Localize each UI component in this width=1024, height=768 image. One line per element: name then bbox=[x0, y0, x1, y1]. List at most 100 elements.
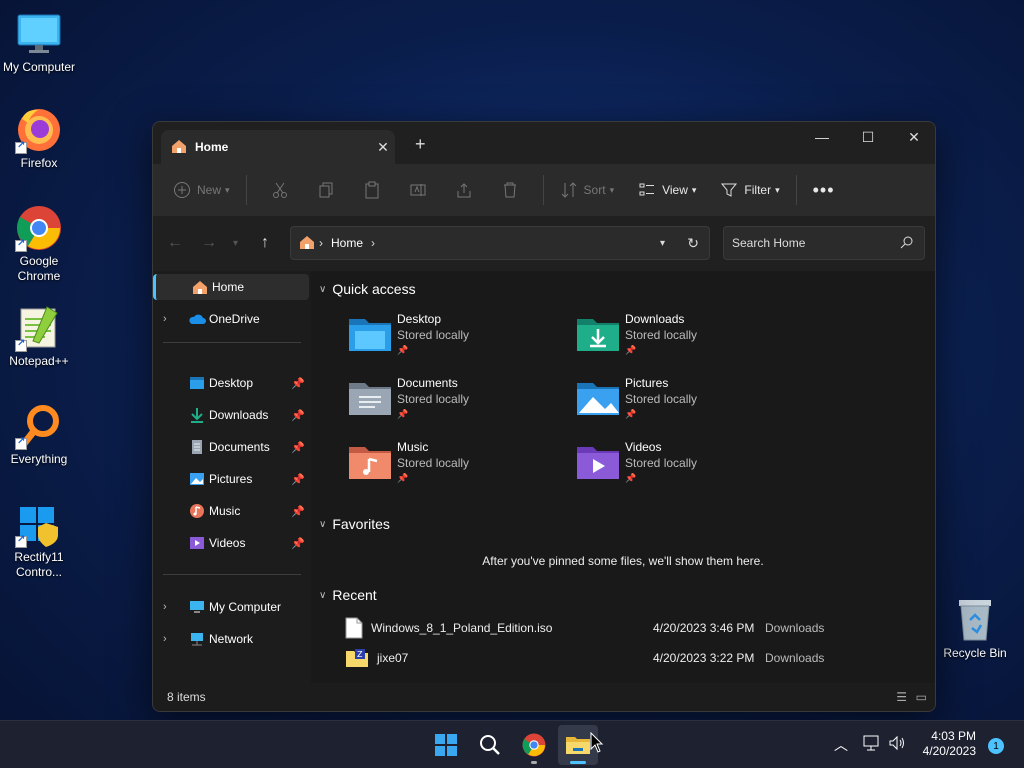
desktop-icon-label: Google Chrome bbox=[17, 254, 61, 283]
pin-icon: 📌 bbox=[397, 345, 409, 355]
download-arrow-icon bbox=[187, 407, 207, 423]
desktop-icon-firefox[interactable]: Firefox bbox=[1, 106, 77, 171]
clock[interactable]: 4:03 PM 4/20/2023 bbox=[923, 729, 976, 759]
up-button[interactable]: ↑ bbox=[261, 234, 269, 252]
minimize-button[interactable]: — bbox=[799, 122, 845, 152]
search-taskbar-button[interactable] bbox=[470, 725, 510, 765]
show-hidden-icons-button[interactable]: ︿ bbox=[834, 735, 848, 755]
new-tab-button[interactable]: + bbox=[415, 134, 426, 155]
tab-home[interactable]: Home ✕ bbox=[161, 130, 395, 164]
recent-file-location: Downloads bbox=[765, 621, 825, 635]
volume-icon[interactable] bbox=[888, 734, 906, 755]
notification-badge[interactable]: 1 bbox=[988, 738, 1004, 754]
view-button[interactable]: View ▾ bbox=[632, 174, 702, 206]
sidebar-item-network[interactable]: › Network bbox=[153, 626, 309, 652]
close-window-button[interactable]: ✕ bbox=[891, 122, 935, 152]
toolbar-divider bbox=[795, 175, 797, 205]
more-options-button[interactable]: ••• bbox=[807, 174, 841, 206]
tiles-view-icon[interactable]: ▭ bbox=[916, 690, 927, 704]
command-bar: New ▾ Sort ▾ View ▾ Filter ▾ ••• bbox=[153, 164, 935, 216]
back-button[interactable]: ← bbox=[167, 234, 183, 252]
chevron-right-icon[interactable]: › bbox=[163, 633, 179, 645]
desktop-icon-rectify11[interactable]: Rectify11 Contro... bbox=[1, 500, 77, 580]
desktop-icon-google-chrome[interactable]: Google Chrome bbox=[1, 204, 77, 284]
quick-access-item-videos[interactable]: Videos Stored locally 📌 bbox=[575, 439, 795, 499]
section-recent[interactable]: ∨ Recent bbox=[319, 587, 377, 603]
section-favorites[interactable]: ∨ Favorites bbox=[319, 516, 390, 532]
address-bar[interactable]: › Home › ▾ ↻ bbox=[290, 226, 710, 260]
chrome-taskbar-button[interactable] bbox=[514, 725, 554, 765]
sidebar-item-my-computer[interactable]: › My Computer bbox=[153, 594, 309, 620]
sidebar-item-documents[interactable]: Documents 📌 bbox=[153, 434, 309, 460]
chevron-right-icon[interactable]: › bbox=[163, 601, 179, 613]
details-view-icon[interactable]: ☰ bbox=[896, 690, 907, 704]
pin-icon: 📌 bbox=[625, 473, 637, 483]
forward-button[interactable]: → bbox=[201, 234, 217, 252]
desktop-folder-icon bbox=[349, 319, 391, 351]
paste-button[interactable] bbox=[349, 181, 395, 199]
rename-button[interactable] bbox=[395, 181, 441, 199]
desktop-icon-notepadpp[interactable]: Notepad++ bbox=[1, 304, 77, 369]
recent-row[interactable]: Windows_8_1_Poland_Edition.iso 4/20/2023… bbox=[345, 615, 925, 641]
quick-access-item-pictures[interactable]: Pictures Stored locally 📌 bbox=[575, 375, 795, 435]
filter-button[interactable]: Filter ▾ bbox=[714, 174, 785, 206]
filter-icon bbox=[721, 183, 738, 197]
new-button[interactable]: New ▾ bbox=[167, 174, 236, 206]
scissors-icon bbox=[272, 182, 287, 198]
address-dropdown-icon[interactable]: ▾ bbox=[660, 238, 665, 249]
desktop-icon-everything[interactable]: Everything bbox=[1, 402, 77, 467]
sidebar-item-desktop[interactable]: Desktop 📌 bbox=[153, 370, 309, 396]
sidebar-item-videos[interactable]: Videos 📌 bbox=[153, 530, 309, 556]
trash-icon bbox=[503, 182, 516, 198]
sidebar-item-onedrive[interactable]: › OneDrive bbox=[153, 306, 309, 332]
folder-name: Music bbox=[397, 440, 429, 454]
folder-status: Stored locally bbox=[625, 456, 698, 470]
chevron-down-icon: ∨ bbox=[319, 518, 327, 530]
favorites-empty-message: After you've pinned some files, we'll sh… bbox=[482, 554, 764, 568]
desktop-icon-label: My Computer bbox=[2, 60, 76, 74]
pin-icon: 📌 bbox=[291, 473, 305, 486]
share-button[interactable] bbox=[441, 181, 487, 199]
cut-button[interactable] bbox=[257, 181, 303, 199]
desktop-icon-my-computer[interactable]: My Computer bbox=[1, 10, 77, 75]
recent-file-name: jixe07 bbox=[377, 651, 409, 665]
sidebar-item-music[interactable]: Music 📌 bbox=[153, 498, 309, 524]
toolbar-divider bbox=[542, 175, 544, 205]
file-icon bbox=[345, 617, 363, 639]
copy-button[interactable] bbox=[303, 181, 349, 199]
start-button[interactable] bbox=[426, 725, 466, 765]
maximize-button[interactable]: ☐ bbox=[845, 122, 891, 152]
sidebar-divider bbox=[163, 342, 301, 343]
active-indicator bbox=[570, 761, 586, 764]
search-input[interactable]: Search Home bbox=[723, 226, 925, 260]
folder-status: Stored locally bbox=[397, 392, 470, 406]
folder-name: Downloads bbox=[625, 312, 685, 326]
desktop-icon-label: Recycle Bin bbox=[943, 646, 1007, 660]
quick-access-item-documents[interactable]: Documents Stored locally 📌 bbox=[347, 375, 567, 435]
recent-row[interactable]: Z jixe07 4/20/2023 3:22 PM Downloads bbox=[345, 645, 925, 671]
filter-label: Filter bbox=[744, 183, 772, 197]
desktop-icon-recycle-bin[interactable]: Recycle Bin bbox=[937, 596, 1013, 661]
pin-icon: 📌 bbox=[291, 505, 305, 518]
magnifier-icon bbox=[15, 402, 63, 450]
pin-icon: 📌 bbox=[291, 377, 305, 390]
quick-access-item-music[interactable]: Music Stored locally 📌 bbox=[347, 439, 567, 499]
delete-button[interactable] bbox=[487, 181, 533, 199]
breadcrumb-home[interactable]: Home bbox=[331, 236, 363, 250]
sidebar-item-label: My Computer bbox=[209, 600, 282, 614]
sidebar-item-label: OneDrive bbox=[209, 312, 260, 326]
quick-access-item-downloads[interactable]: Downloads Stored locally 📌 bbox=[575, 311, 795, 371]
quick-access-item-desktop[interactable]: Desktop Stored locally 📌 bbox=[347, 311, 567, 371]
close-tab-icon[interactable]: ✕ bbox=[371, 139, 395, 156]
recent-locations-button[interactable]: ▾ bbox=[233, 238, 238, 249]
sidebar-item-pictures[interactable]: Pictures 📌 bbox=[153, 466, 309, 492]
breadcrumb-separator[interactable]: › bbox=[371, 236, 375, 250]
sidebar-item-home[interactable]: Home bbox=[153, 274, 309, 300]
sort-button[interactable]: Sort ▾ bbox=[554, 174, 621, 206]
chevron-right-icon[interactable]: › bbox=[163, 313, 179, 325]
section-quick-access[interactable]: ∨ Quick access bbox=[319, 281, 416, 297]
desktop-icon-label: Everything bbox=[10, 452, 68, 466]
network-status-icon[interactable] bbox=[862, 734, 880, 755]
refresh-icon[interactable]: ↻ bbox=[687, 235, 699, 252]
sidebar-item-downloads[interactable]: Downloads 📌 bbox=[153, 402, 309, 428]
